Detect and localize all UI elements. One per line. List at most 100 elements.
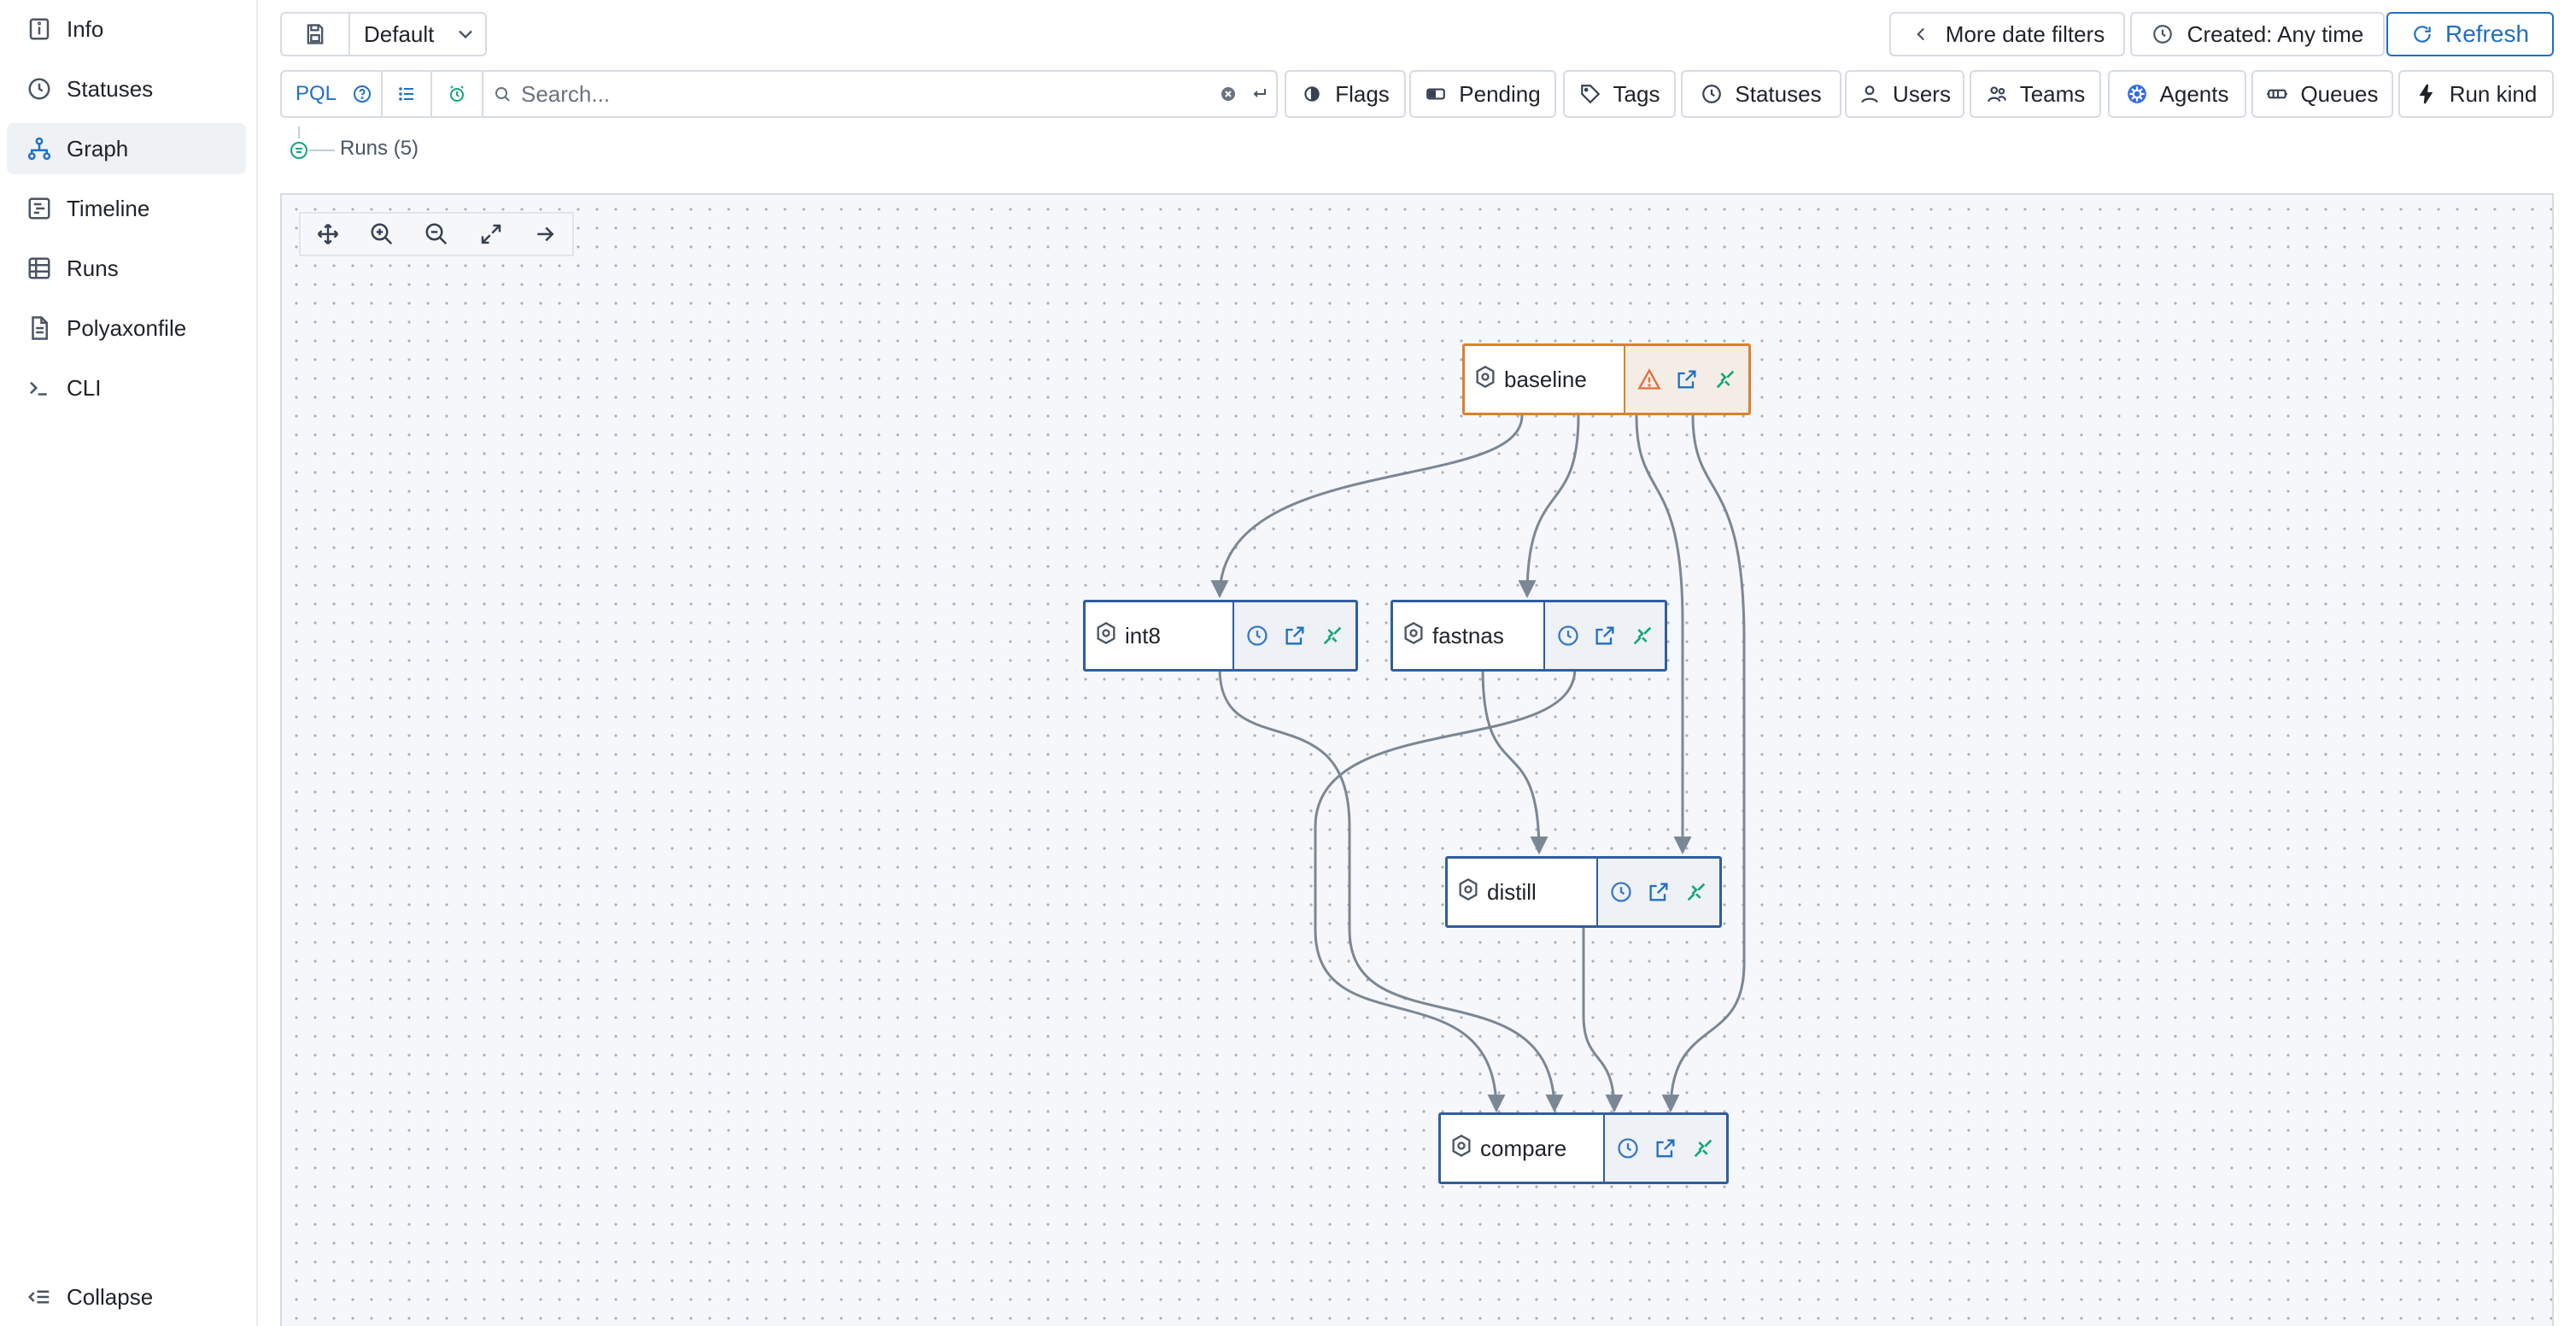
operation-icon: [1449, 1134, 1473, 1164]
more-date-filters-label: More date filters: [1945, 21, 2105, 47]
more-date-filters-button[interactable]: More date filters: [1889, 12, 2125, 56]
run-kind-filter-button[interactable]: Run kind: [2398, 70, 2554, 118]
sidebar-item-cli[interactable]: CLI: [7, 362, 246, 414]
refresh-label: Refresh: [2444, 21, 2530, 47]
sidebar-item-label: Graph: [67, 135, 129, 161]
graph-node-baseline[interactable]: baseline: [1462, 343, 1751, 415]
edge-fastnas-distill: [1481, 667, 1549, 855]
flags-filter-button[interactable]: Flags: [1285, 70, 1406, 118]
sidebar: Info Statuses Graph Timeline Runs Polyax…: [0, 0, 258, 1326]
graph-canvas[interactable]: baseline int8 fastnas distill compare: [280, 193, 2554, 1326]
agents-filter-button[interactable]: Agents: [2108, 70, 2246, 118]
pending-label: Pending: [1459, 80, 1541, 107]
tags-label: Tags: [1613, 80, 1660, 107]
collapse-label: Collapse: [67, 1283, 154, 1310]
graph-node-fastnas[interactable]: fastnas: [1390, 600, 1667, 672]
flags-label: Flags: [1335, 80, 1390, 107]
statuses-filter-button[interactable]: Statuses: [1681, 70, 1841, 118]
flag-icon: [1301, 83, 1323, 105]
node-label: compare: [1480, 1135, 1567, 1161]
chevron-down-icon: [446, 22, 485, 46]
search-icon: [483, 72, 521, 116]
lineage-icon[interactable]: [1628, 621, 1657, 650]
pql-label[interactable]: PQL: [282, 82, 343, 106]
external-link-icon[interactable]: [1280, 621, 1309, 650]
pending-icon: [1425, 83, 1447, 105]
queues-filter-button[interactable]: Queues: [2251, 70, 2393, 118]
node-label-area[interactable]: baseline: [1465, 346, 1625, 413]
sidebar-item-label: Timeline: [67, 195, 150, 221]
collapse-button[interactable]: Collapse: [7, 1271, 246, 1323]
team-icon: [1986, 83, 2008, 105]
sidebar-item-label: CLI: [67, 374, 102, 401]
sidebar-item-label: Statuses: [67, 75, 154, 102]
graph-edges: [1210, 414, 1746, 1113]
file-icon: [7, 302, 67, 354]
sidebar-item-polyaxonfile[interactable]: Polyaxonfile: [7, 302, 246, 354]
clock-icon[interactable]: [1607, 877, 1636, 906]
external-link-icon[interactable]: [1672, 365, 1701, 394]
warning-icon[interactable]: [1635, 365, 1664, 394]
sidebar-item-timeline[interactable]: Timeline: [7, 183, 246, 234]
pending-filter-button[interactable]: Pending: [1409, 70, 1556, 118]
auto-refresh-icon[interactable]: [432, 72, 483, 116]
clear-icon[interactable]: [1215, 72, 1242, 116]
sidebar-item-statuses[interactable]: Statuses: [7, 63, 246, 114]
clock-icon[interactable]: [1613, 1134, 1642, 1163]
help-icon[interactable]: [343, 72, 381, 116]
lineage-icon[interactable]: [1318, 621, 1347, 650]
users-label: Users: [1893, 80, 1951, 107]
clock-icon: [7, 63, 67, 114]
queue-icon: [2266, 83, 2288, 105]
lineage-icon[interactable]: [1711, 365, 1740, 394]
operation-icon: [1402, 621, 1426, 651]
tags-filter-button[interactable]: Tags: [1563, 70, 1676, 118]
edge-baseline-fastnas: [1518, 414, 1580, 599]
node-label-area[interactable]: distill: [1448, 859, 1598, 925]
collapse-icon: [7, 1271, 67, 1323]
sidebar-item-label: Polyaxonfile: [67, 314, 187, 341]
sidebar-item-graph[interactable]: Graph: [7, 123, 246, 174]
save-icon[interactable]: [282, 14, 350, 55]
node-label-area[interactable]: int8: [1086, 602, 1234, 669]
search-input[interactable]: [521, 73, 1215, 114]
created-filter-button[interactable]: Created: Any time: [2130, 12, 2385, 56]
graph-icon: [7, 123, 67, 174]
info-icon: [7, 3, 67, 55]
operation-icon: [1473, 365, 1497, 395]
graph-node-compare[interactable]: compare: [1438, 1112, 1729, 1184]
run-kind-label: Run kind: [2449, 80, 2538, 107]
node-label-area[interactable]: compare: [1441, 1115, 1605, 1182]
lineage-icon[interactable]: [1682, 877, 1711, 906]
sidebar-item-info[interactable]: Info: [7, 3, 246, 55]
runs-count: Runs (5): [340, 137, 419, 160]
external-link-icon[interactable]: [1590, 621, 1619, 650]
sidebar-item-runs[interactable]: Runs: [7, 243, 246, 294]
queues-label: Queues: [2300, 80, 2379, 107]
terminal-icon: [7, 362, 67, 414]
clock-icon[interactable]: [1243, 621, 1272, 650]
refresh-icon: [2411, 23, 2433, 45]
refresh-button[interactable]: Refresh: [2386, 12, 2554, 56]
tag-icon: [1579, 83, 1601, 105]
operation-icon: [1094, 621, 1118, 651]
graph-node-int8[interactable]: int8: [1083, 600, 1358, 672]
view-selector[interactable]: Default: [280, 12, 487, 56]
clock-icon: [2152, 23, 2174, 45]
graph-node-distill[interactable]: distill: [1445, 856, 1722, 928]
users-filter-button[interactable]: Users: [1845, 70, 1964, 118]
clock-icon[interactable]: [1554, 621, 1583, 650]
external-link-icon[interactable]: [1644, 877, 1673, 906]
pql-search-bar: PQL: [280, 70, 1278, 118]
chevron-left-icon: [1910, 23, 1932, 45]
teams-filter-button[interactable]: Teams: [1970, 70, 2101, 118]
node-label: baseline: [1504, 366, 1587, 392]
enter-icon[interactable]: [1242, 72, 1276, 116]
node-label: int8: [1125, 622, 1161, 648]
external-link-icon[interactable]: [1651, 1134, 1680, 1163]
runs-tree-connector: [290, 126, 335, 159]
sidebar-item-label: Runs: [67, 255, 119, 281]
lineage-icon[interactable]: [1689, 1134, 1718, 1163]
list-view-icon[interactable]: [381, 72, 432, 116]
node-label-area[interactable]: fastnas: [1393, 602, 1545, 669]
